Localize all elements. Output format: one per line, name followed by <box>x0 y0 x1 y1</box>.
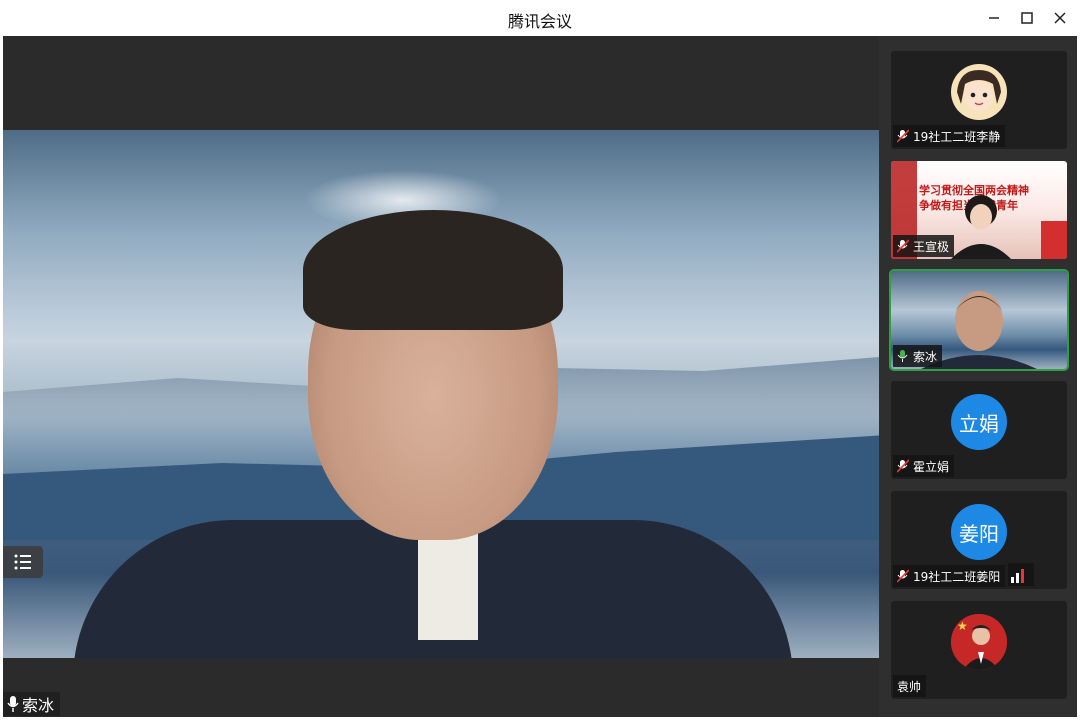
mic-active-icon <box>897 350 908 362</box>
participant-tile[interactable]: 姜阳 19社工二班姜阳 <box>891 491 1067 589</box>
maximize-button[interactable] <box>1015 6 1039 30</box>
participant-list-button[interactable] <box>3 546 43 578</box>
photo-avatar: ★ <box>951 614 1007 670</box>
title-bar: 腾讯会议 <box>0 0 1080 36</box>
initials-avatar: 姜阳 <box>951 504 1007 560</box>
signal-strength-icon <box>1008 563 1034 586</box>
participant-name: 索冰 <box>913 349 938 364</box>
participant-sidebar: 19社工二班李静 学习贯彻全国两会精神 争做有担当时代青年 王宣极 <box>879 36 1077 717</box>
participant-name-tag: 霍立娟 <box>893 455 955 477</box>
participant-name: 19社工二班姜阳 <box>913 569 1001 584</box>
close-icon <box>1054 12 1066 24</box>
microphone-icon <box>7 696 19 712</box>
avatar-initials: 立娟 <box>959 411 999 436</box>
participant-name: 霍立娟 <box>913 459 950 474</box>
main-video-area: 索冰 <box>3 36 879 717</box>
speaker-video <box>3 130 879 658</box>
participant-name-tag: 索冰 <box>893 345 943 367</box>
participant-tile[interactable]: ★ 袁帅 <box>891 601 1067 699</box>
participant-tile[interactable]: 立娟 霍立娟 <box>891 381 1067 479</box>
cartoon-girl-avatar <box>951 64 1007 120</box>
mic-muted-icon <box>897 129 909 143</box>
list-icon <box>14 554 31 570</box>
mic-muted-icon <box>897 569 909 583</box>
participant-name: 王宣极 <box>913 239 950 254</box>
participant-tile-active[interactable]: 索冰 <box>889 269 1069 371</box>
participant-name-tag: 19社工二班李静 <box>893 125 1006 147</box>
speaker-name-tag: 索冰 <box>3 692 61 716</box>
initials-avatar: 立娟 <box>951 394 1007 450</box>
svg-text:★: ★ <box>957 619 968 633</box>
participant-tile[interactable]: 19社工二班李静 <box>891 51 1067 149</box>
window-title: 腾讯会议 <box>507 12 572 31</box>
mic-muted-icon <box>897 459 909 473</box>
participant-name-tag: 王宣极 <box>893 235 955 257</box>
minimize-button[interactable] <box>982 6 1006 30</box>
participant-name: 袁帅 <box>897 679 922 694</box>
portrait-photo-icon: ★ <box>951 614 1007 670</box>
speaker-figure <box>73 210 793 658</box>
minimize-icon <box>989 17 999 19</box>
hair <box>303 210 563 330</box>
mic-muted-icon <box>897 239 909 253</box>
participant-name-tag: 19社工二班姜阳 <box>893 565 1006 587</box>
participant-name-tag: 袁帅 <box>893 675 927 697</box>
cartoon-face-icon <box>953 66 1005 118</box>
avatar-initials: 姜阳 <box>959 521 999 546</box>
maximize-icon <box>1021 12 1033 24</box>
close-button[interactable] <box>1048 6 1072 30</box>
participant-name: 19社工二班李静 <box>913 129 1001 144</box>
participant-tile[interactable]: 学习贯彻全国两会精神 争做有担当时代青年 王宣极 <box>891 161 1067 259</box>
speaker-name: 索冰 <box>22 696 55 715</box>
